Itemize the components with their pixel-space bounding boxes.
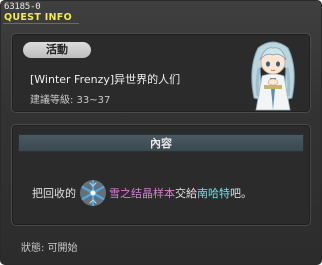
quest-description: 把回收的 雪之结晶样本 交給 南哈特 吧。 xyxy=(32,179,252,207)
quest-content-panel: 內容 把回收的 雪之结晶样本 交給 南哈特 吧。 xyxy=(11,124,311,226)
npc-name: 南哈特 xyxy=(197,187,230,200)
npc-portrait xyxy=(251,41,295,111)
event-tag: 活動 xyxy=(23,42,91,58)
snowflake-crystal-icon xyxy=(80,179,106,207)
quest-summary-panel: 活動 [Winter Frenzy]异世界的人们 建議等級: 33~37 xyxy=(11,33,311,113)
window-title: QUEST INFO xyxy=(4,12,72,23)
quest-id: 63185-0 xyxy=(4,2,41,12)
item-name: 雪之结晶样本 xyxy=(109,187,175,200)
recommended-level: 建議等級: 33~37 xyxy=(30,95,111,106)
quest-info-window: 63185-0 QUEST INFO 活動 [Winter Frenzy]异世界… xyxy=(0,0,322,265)
title-divider xyxy=(3,23,79,24)
desc-prefix: 把回收的 xyxy=(32,187,76,200)
desc-middle: 交給 xyxy=(175,187,197,200)
content-tab: 內容 xyxy=(18,134,304,152)
quest-name: [Winter Frenzy]异世界的人们 xyxy=(30,73,181,86)
quest-status: 狀態: 可開始 xyxy=(21,243,78,254)
desc-suffix: 吧。 xyxy=(230,187,252,200)
